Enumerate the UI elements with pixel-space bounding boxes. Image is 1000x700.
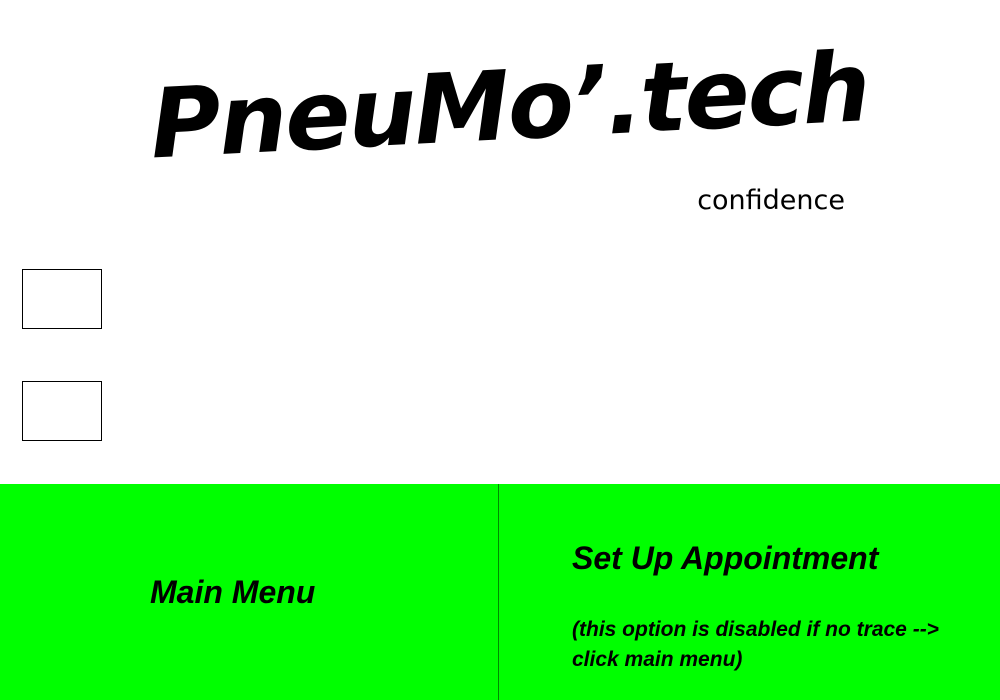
option-checkbox-1[interactable] [22, 269, 102, 329]
set-up-appointment-label: Set Up Appointment [572, 540, 879, 576]
appointment-disabled-note: (this option is disabled if no trace -->… [572, 615, 982, 675]
option-checkbox-2[interactable] [22, 381, 102, 441]
bottom-action-bar: Main Menu Set Up Appointment (this optio… [0, 484, 1000, 700]
tagline: confidence [697, 185, 845, 216]
main-menu-button[interactable]: Main Menu [0, 484, 499, 700]
main-menu-label: Main Menu [150, 574, 316, 610]
app-logo: PneuMo’.tech [147, 31, 872, 181]
appointment-note-line-2: click main menu) [572, 648, 743, 671]
app-screen: PneuMo’.tech confidence Main Menu Set Up… [0, 0, 1000, 700]
appointment-note-line-1: (this option is disabled if no trace --> [572, 618, 939, 641]
set-up-appointment-button[interactable]: Set Up Appointment (this option is disab… [499, 484, 1000, 700]
